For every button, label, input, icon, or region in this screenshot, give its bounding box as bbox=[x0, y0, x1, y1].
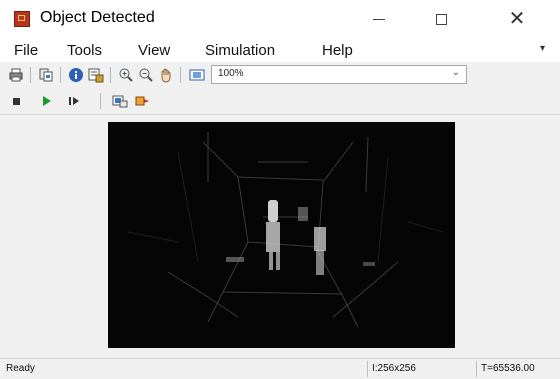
pan-icon[interactable] bbox=[158, 67, 174, 83]
properties-icon[interactable] bbox=[88, 67, 104, 83]
minimize-icon bbox=[373, 18, 385, 20]
viewer-window: Object Detected ✕ File Tools View Simula… bbox=[0, 0, 560, 379]
toolbar-main: 100% ⌄ bbox=[0, 62, 560, 89]
edge-image bbox=[108, 122, 455, 348]
window-title: Object Detected bbox=[40, 9, 155, 26]
run-icon[interactable] bbox=[38, 93, 54, 109]
info-icon[interactable] bbox=[68, 67, 84, 83]
menu-view[interactable]: View bbox=[138, 42, 170, 59]
image-canvas[interactable] bbox=[0, 115, 560, 358]
chevron-down-icon: ⌄ bbox=[451, 67, 460, 78]
toolbar-simulation bbox=[0, 88, 560, 115]
status-image-size: I:256x256 bbox=[367, 361, 471, 377]
status-sim-time: T=65536.00 bbox=[476, 361, 560, 377]
detected-image[interactable] bbox=[108, 122, 455, 348]
stop-icon[interactable] bbox=[8, 93, 24, 109]
menu-help[interactable]: Help bbox=[322, 42, 353, 59]
zoom-in-icon[interactable] bbox=[118, 67, 134, 83]
menu-file[interactable]: File bbox=[14, 42, 38, 59]
print-icon[interactable] bbox=[8, 67, 24, 83]
snapshot-icon[interactable] bbox=[112, 93, 128, 109]
minimize-button[interactable] bbox=[356, 0, 402, 38]
menu-bar: File Tools View Simulation Help ▾ bbox=[0, 38, 560, 62]
status-bar: Ready I:256x256 T=65536.00 bbox=[0, 358, 560, 379]
highlight-block-icon[interactable] bbox=[134, 93, 150, 109]
close-button[interactable]: ✕ bbox=[494, 0, 540, 38]
status-ready: Ready bbox=[6, 363, 35, 374]
title-bar: Object Detected ✕ bbox=[0, 0, 560, 38]
toolbar-separator bbox=[100, 93, 101, 109]
menu-overflow-icon[interactable]: ▾ bbox=[540, 43, 545, 54]
app-icon bbox=[14, 11, 30, 27]
toolbar-separator bbox=[30, 67, 31, 83]
toolbar-separator bbox=[60, 67, 61, 83]
maximize-icon bbox=[435, 13, 447, 25]
maximize-button[interactable] bbox=[418, 0, 464, 38]
step-forward-icon[interactable] bbox=[66, 93, 82, 109]
zoom-select[interactable]: 100% ⌄ bbox=[211, 65, 467, 84]
close-icon: ✕ bbox=[508, 8, 526, 30]
zoom-value: 100% bbox=[218, 68, 244, 79]
toolbar-separator bbox=[180, 67, 181, 83]
fit-to-window-icon[interactable] bbox=[189, 67, 205, 83]
zoom-out-icon[interactable] bbox=[138, 67, 154, 83]
copy-icon[interactable] bbox=[38, 67, 54, 83]
menu-simulation[interactable]: Simulation bbox=[205, 42, 275, 59]
toolbar-separator bbox=[110, 67, 111, 83]
menu-tools[interactable]: Tools bbox=[67, 42, 102, 59]
